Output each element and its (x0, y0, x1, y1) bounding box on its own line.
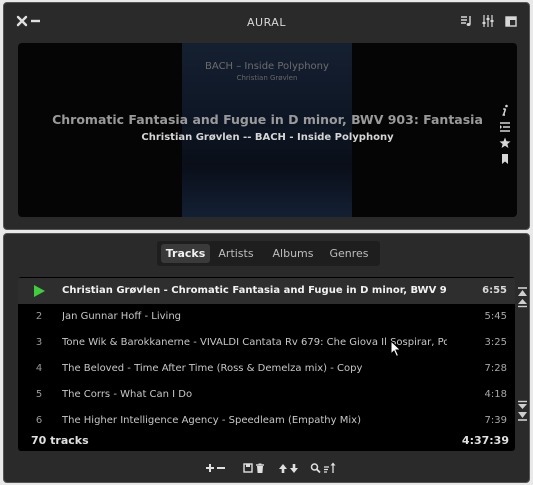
track-name: Jan Gunnar Hoff - Living (62, 311, 181, 322)
tab-tracks[interactable]: Tracks (161, 244, 210, 263)
track-count: 70 tracks (31, 434, 89, 447)
album-art-title: BACH – Inside Polyphony (205, 61, 329, 72)
table-row[interactable]: Christian Grøvlen - Chromatic Fantasia a… (18, 278, 515, 304)
title-bar: AURAL (4, 3, 529, 41)
info-icon[interactable] (499, 101, 511, 116)
favorite-star-icon[interactable] (499, 134, 511, 148)
queue-icon[interactable] (499, 118, 511, 132)
track-duration: 6:55 (482, 285, 507, 296)
move-up-icon[interactable] (278, 461, 288, 475)
track-number: 5 (35, 389, 43, 400)
track-duration: 4:18 (484, 389, 507, 400)
add-icon[interactable] (205, 461, 215, 475)
remove-icon[interactable] (216, 461, 226, 475)
track-number: 6 (35, 415, 43, 426)
table-row[interactable]: 5 The Corrs - What Can I Do 4:18 (18, 382, 515, 408)
track-name: Christian Grøvlen - Chromatic Fantasia a… (62, 285, 447, 296)
tab-artists[interactable]: Artists (213, 244, 259, 263)
sort-icon[interactable] (323, 461, 337, 475)
now-playing-icon (34, 285, 45, 297)
now-playing-title: Chromatic Fantasia and Fugue in D minor,… (52, 112, 483, 127)
track-duration: 5:45 (484, 311, 507, 322)
scroll-page-up-icon[interactable] (517, 293, 528, 308)
table-row[interactable]: 6 The Higher Intelligence Agency - Speed… (18, 408, 515, 434)
track-duration: 7:28 (484, 363, 507, 374)
track-number: 4 (35, 363, 43, 374)
now-playing-view: BACH – Inside Polyphony Christian Grøvle… (18, 43, 517, 217)
tab-albums[interactable]: Albums (266, 244, 320, 263)
album-art: BACH – Inside Polyphony Christian Grøvle… (182, 43, 352, 217)
total-duration: 4:37:39 (461, 434, 509, 447)
list-summary: 70 tracks 4:37:39 (18, 433, 515, 451)
app-title: AURAL (247, 16, 286, 29)
table-row[interactable]: 2 Jan Gunnar Hoff - Living 5:45 (18, 304, 515, 330)
layout-icon[interactable] (504, 14, 520, 30)
now-playing-subtitle: Christian Grøvlen -- BACH - Inside Polyp… (141, 132, 394, 143)
track-name: The Higher Intelligence Agency - Speedle… (62, 415, 361, 426)
trash-icon[interactable] (255, 461, 265, 475)
mouse-cursor-icon (390, 340, 402, 358)
search-icon[interactable] (310, 461, 321, 475)
move-down-icon[interactable] (289, 461, 299, 475)
scroll-page-down-icon[interactable] (517, 395, 528, 409)
equalizer-icon[interactable] (481, 14, 497, 30)
track-number: 3 (35, 337, 43, 348)
track-duration: 7:39 (484, 415, 507, 426)
player-panel: AURAL BACH – Inside Polyphony Christian … (3, 2, 530, 230)
playlist-icon[interactable] (460, 14, 476, 30)
scroll-top-icon[interactable] (517, 282, 528, 296)
track-number: 2 (35, 311, 43, 322)
track-duration: 3:25 (484, 337, 507, 348)
table-row[interactable]: 4 The Beloved - Time After Time (Ross & … (18, 356, 515, 382)
table-row[interactable]: 3 Tone Wik & Barokkanerne - VIVALDI Cant… (18, 330, 515, 356)
library-panel: Tracks Artists Albums Genres Christian G… (3, 233, 530, 483)
library-tabs: Tracks Artists Albums Genres (157, 241, 380, 266)
tab-genres[interactable]: Genres (323, 244, 375, 263)
track-list: Christian Grøvlen - Chromatic Fantasia a… (18, 277, 515, 451)
track-name: The Beloved - Time After Time (Ross & De… (62, 363, 363, 374)
scroll-bottom-icon[interactable] (517, 406, 528, 421)
album-art-subtitle: Christian Grøvlen (236, 74, 298, 82)
save-icon[interactable] (243, 461, 253, 475)
bookmark-icon[interactable] (499, 150, 511, 164)
track-name: The Corrs - What Can I Do (62, 389, 193, 400)
